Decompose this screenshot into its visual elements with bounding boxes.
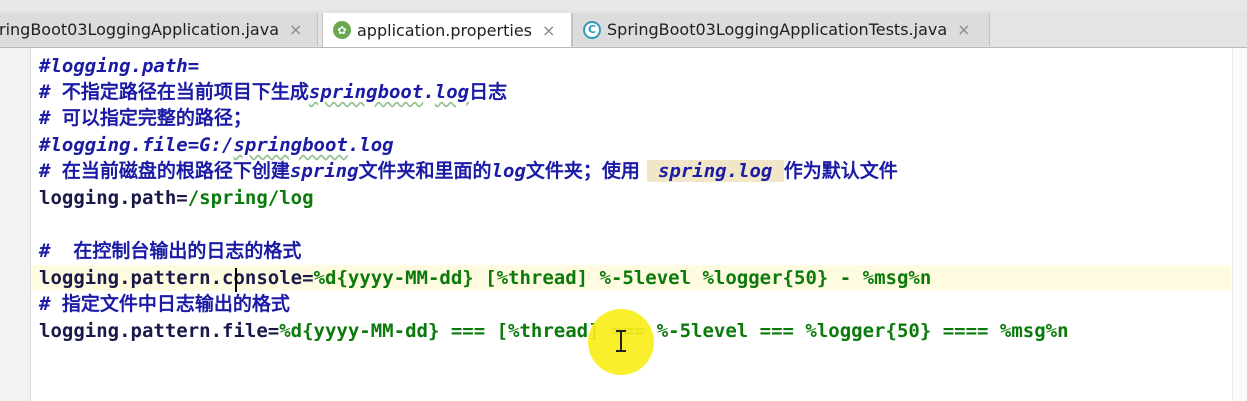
- code-line-text: # 在当前磁盘的根路径下创建spring文件夹和里面的log文件夹；使用 spr…: [39, 158, 898, 184]
- code-token: 作为默认文件: [783, 160, 898, 182]
- code-line-text: #logging.path=: [39, 53, 199, 79]
- code-token: .: [423, 81, 435, 103]
- code-line[interactable]: # 可以指定完整的路径；: [31, 105, 1231, 131]
- code-token: spring: [289, 160, 359, 182]
- code-line-text: # 在控制台输出的日志的格式: [39, 238, 301, 264]
- test-class-icon: C: [583, 20, 601, 39]
- spring-leaf-icon: ✿: [333, 21, 351, 39]
- code-line[interactable]: #logging.path=: [31, 53, 1231, 79]
- code-line[interactable]: #logging.file=G:/springboot.log: [31, 132, 1231, 158]
- code-token: 在当前磁盘的根路径下创建: [61, 160, 290, 182]
- code-line[interactable]: # 在控制台输出的日志的格式: [31, 238, 1231, 264]
- code-token: logging.pattern.file: [39, 320, 268, 342]
- code-token: /spring/log: [187, 187, 314, 209]
- code-token: spring.log: [646, 160, 784, 182]
- code-token: #: [39, 107, 62, 129]
- code-line[interactable]: logging.pattern.console=%d{yyyy-MM-dd} […: [31, 265, 1231, 291]
- code-token: 可以指定完整的路径；: [61, 107, 252, 129]
- close-icon[interactable]: ×: [542, 21, 555, 40]
- code-token: springboot: [233, 134, 348, 156]
- tab-application-properties[interactable]: ✿ application.properties ×: [322, 13, 572, 47]
- code-line-text: #logging.file=G:/springboot.log: [39, 132, 394, 158]
- mouse-ibeam-cursor: [616, 330, 626, 352]
- code-line[interactable]: # 不指定路径在当前项目下生成springboot.log日志: [31, 79, 1231, 105]
- code-token: #: [39, 293, 62, 315]
- code-token: =: [302, 267, 314, 289]
- code-token: #logging.file=G:/: [39, 134, 234, 156]
- code-token: log: [491, 160, 526, 182]
- code-line-text: # 可以指定完整的路径；: [39, 105, 252, 131]
- tab-application-tests[interactable]: C SpringBoot03LoggingApplicationTests.ja…: [572, 13, 990, 46]
- code-token: =: [176, 187, 188, 209]
- code-token: =: [267, 320, 280, 342]
- tab-label: ringBoot03LoggingApplication.java: [0, 20, 279, 39]
- code-line-text: # 不指定路径在当前项目下生成springboot.log日志: [39, 79, 507, 105]
- code-token: #logging.path=: [39, 55, 200, 77]
- code-token: .log: [347, 134, 394, 156]
- code-token: 日志: [469, 81, 508, 103]
- code-line[interactable]: logging.path=/spring/log: [31, 185, 1231, 211]
- code-token: 不指定路径在当前项目下生成: [61, 81, 309, 103]
- code-line-text: logging.pattern.console=%d{yyyy-MM-dd} […: [39, 265, 931, 291]
- code-token: log: [434, 81, 470, 103]
- code-token: 在控制台输出的日志的格式: [73, 240, 302, 262]
- code-token: #: [39, 160, 62, 182]
- code-line-text: logging.pattern.file=%d{yyyy-MM-dd} === …: [39, 318, 1069, 344]
- line-gutter: [0, 48, 31, 401]
- close-icon[interactable]: ×: [289, 20, 302, 39]
- code-token: 指定文件中日志输出的格式: [61, 293, 290, 315]
- code-token: #: [39, 240, 74, 262]
- tab-logging-application[interactable]: ringBoot03LoggingApplication.java ×: [0, 13, 318, 46]
- code-token: #: [39, 81, 62, 103]
- text-caret: [235, 268, 237, 292]
- tab-label: SpringBoot03LoggingApplicationTests.java: [607, 20, 948, 39]
- code-line[interactable]: [31, 212, 1231, 238]
- code-token: 文件夹；使用: [525, 160, 647, 182]
- code-line[interactable]: # 在当前磁盘的根路径下创建spring文件夹和里面的log文件夹；使用 spr…: [31, 158, 1231, 184]
- code-token: 文件夹和里面的: [358, 160, 492, 182]
- code-line-text: logging.path=/spring/log: [39, 185, 314, 211]
- code-token: %d{yyyy-MM-dd} === [%thread] === %-5leve…: [279, 320, 1069, 342]
- close-icon[interactable]: ×: [957, 20, 970, 39]
- vertical-scrollbar[interactable]: [1232, 48, 1247, 401]
- code-token: springboot: [308, 81, 424, 103]
- code-line-text: # 指定文件中日志输出的格式: [39, 291, 290, 317]
- code-token: logging.path: [39, 187, 177, 209]
- code-token: logging.pattern.console: [39, 267, 303, 289]
- editor-tab-bar: ringBoot03LoggingApplication.java × ✿ ap…: [0, 10, 1247, 48]
- tab-label: application.properties: [357, 20, 532, 40]
- code-token: %d{yyyy-MM-dd} [%thread] %-5level %logge…: [313, 267, 932, 289]
